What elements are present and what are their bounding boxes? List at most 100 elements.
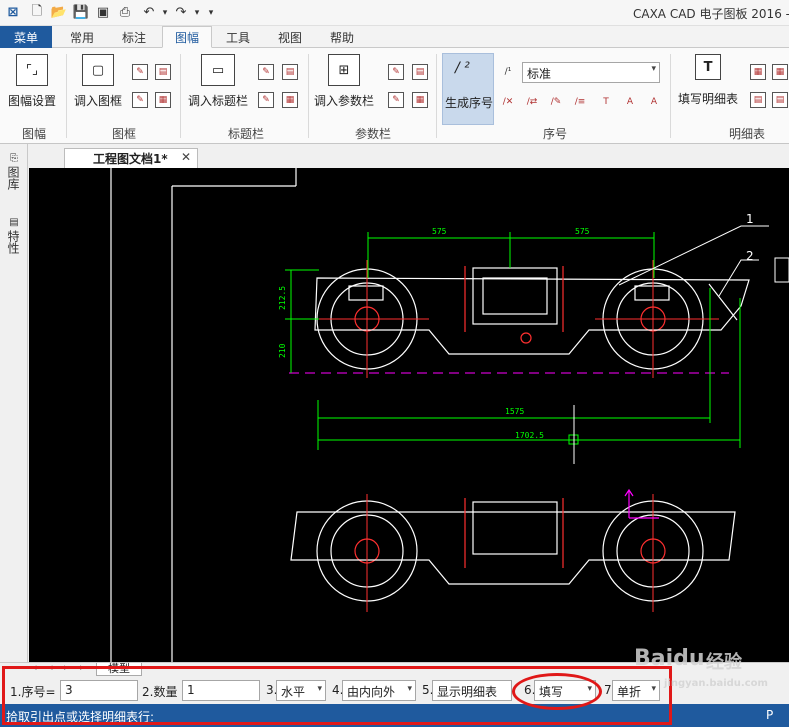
delete-serial-icon[interactable]: /✕: [500, 94, 516, 110]
tab-sheet[interactable]: 图幅: [162, 26, 212, 48]
dim-text: 575: [432, 227, 447, 236]
save-icon[interactable]: 💾: [72, 4, 90, 21]
main-menu-button[interactable]: 菜单: [0, 26, 52, 48]
fill-frame-icon[interactable]: ✎: [132, 92, 148, 108]
dim-text: 210: [278, 343, 287, 358]
show-bom-dropdown[interactable]: 显示明细表: [432, 680, 512, 701]
fill-param-block-icon[interactable]: ✎: [388, 92, 404, 108]
prev-tab-icon[interactable]: ◂: [48, 663, 53, 673]
define-title-block-icon[interactable]: ✎: [258, 64, 274, 80]
open-file-icon[interactable]: 📂: [50, 4, 68, 21]
bom-style-icon[interactable]: ▤: [750, 92, 766, 108]
frame-setting-icon: ⌜⌟: [16, 54, 48, 86]
bom-edit-icon[interactable]: ▤: [772, 92, 788, 108]
serial-input[interactable]: 3: [60, 680, 138, 701]
ribbon-tab-bar: 菜单 常用 标注 图幅 工具 视图 帮助: [0, 26, 789, 48]
print-icon[interactable]: ⎙: [116, 4, 134, 21]
tab-help[interactable]: 帮助: [322, 26, 362, 48]
watermark-baidu-text: Baidu: [634, 646, 705, 671]
group-separator: [308, 54, 309, 138]
tab-tools[interactable]: 工具: [218, 26, 258, 48]
first-tab-icon[interactable]: ◂: [32, 663, 37, 673]
group-label-frame-setting: 图幅: [21, 127, 46, 141]
document-tab-bar: 工程图文档1* ✕: [28, 144, 789, 168]
store-param-block-icon[interactable]: ▤: [412, 64, 428, 80]
bom-insert-icon[interactable]: ▦: [772, 64, 788, 80]
title-block-icon: ▭: [201, 54, 235, 86]
group-separator: [66, 54, 67, 138]
edit-serial-icon[interactable]: /✎: [548, 94, 564, 110]
title-bar: ⊠ 🗋 📂 💾 ▣ ⎙ ↶ ▾ ↷ ▾ ▾ CAXA CAD 电子图板 2016…: [0, 0, 789, 26]
tab-annotation[interactable]: 标注: [114, 26, 154, 48]
save-all-icon[interactable]: ▣: [94, 4, 112, 21]
dim-text: 1575: [505, 407, 524, 416]
edit-frame-icon[interactable]: ▦: [155, 92, 171, 108]
library-tab[interactable]: ⎘ 图库: [6, 152, 22, 190]
edit-title-block-icon[interactable]: ▦: [282, 92, 298, 108]
dim-text: 1702.5: [515, 431, 544, 440]
next-tab-icon[interactable]: ▸: [64, 663, 69, 673]
app-logo-icon: ⊠: [7, 5, 19, 20]
fill-title-block-icon[interactable]: ✎: [258, 92, 274, 108]
close-icon[interactable]: ✕: [181, 150, 191, 164]
fill-bom-button[interactable]: T 填写明细表: [678, 54, 738, 107]
baidu-watermark: Baidu 经验 jingyan.baidu.com: [634, 644, 768, 704]
group-separator: [180, 54, 181, 138]
watermark-url-text: jingyan.baidu.com: [664, 678, 768, 689]
align-serial-icon[interactable]: /≡: [572, 94, 588, 110]
serial-table-icon[interactable]: T: [598, 94, 614, 110]
group-separator: [436, 54, 437, 138]
status-prompt: 拾取引出点或选择明细表行:: [6, 710, 155, 724]
serial-label: 1.序号=: [10, 685, 56, 699]
drawing-canvas[interactable]: 575 575 212.5 210 1575 1702.5 1 2: [29, 168, 789, 662]
status-right-text: P: [766, 708, 774, 722]
properties-tab[interactable]: ▤ 特性: [6, 216, 22, 254]
watermark-jingyan-text: 经验: [706, 652, 742, 673]
define-param-block-icon[interactable]: ✎: [388, 64, 404, 80]
load-title-block-button[interactable]: ▭ 调入标题栏: [188, 54, 248, 109]
balloon-text: 2: [746, 249, 754, 263]
group-label-param-block: 参数栏: [354, 127, 391, 141]
load-frame-button[interactable]: ▢ 调入图框: [74, 54, 122, 109]
edit-param-block-icon[interactable]: ▦: [412, 92, 428, 108]
order-dropdown[interactable]: 由内向外 ▾: [342, 680, 416, 701]
group-label-serial: 序号: [542, 127, 567, 141]
tab-view[interactable]: 视图: [270, 26, 310, 48]
gen-serial-button[interactable]: / ² 生成序号: [442, 53, 494, 125]
ribbon-panel: ⌜⌟ 图幅设置 图幅 ▢ 调入图框 ✎ ▤ ✎ ▦ 图框 ▭ 调入标题栏 ✎ ▤…: [0, 48, 789, 144]
new-file-icon[interactable]: 🗋: [28, 4, 46, 21]
group-label-title-block: 标题栏: [227, 127, 264, 141]
group-label-bom: 明细表: [728, 127, 765, 141]
library-icon: ⎘: [10, 153, 18, 164]
define-frame-icon[interactable]: ✎: [132, 64, 148, 80]
bogie-lower: [290, 498, 736, 602]
param-block-icon: ⊞: [328, 54, 360, 86]
customize-quick-access-icon[interactable]: ▾: [202, 4, 220, 21]
tab-common[interactable]: 常用: [62, 26, 102, 48]
document-tab[interactable]: 工程图文档1* ✕: [64, 148, 198, 168]
quantity-input[interactable]: 1: [182, 680, 260, 701]
fill-mode-dropdown[interactable]: 填写 ▾: [534, 680, 596, 701]
serial-style-dropdown[interactable]: 标准 ▾: [522, 62, 660, 83]
last-tab-icon[interactable]: ▸: [80, 663, 85, 673]
load-param-block-button[interactable]: ⊞ 调入参数栏: [314, 54, 374, 109]
serial-align-icon[interactable]: A: [646, 94, 662, 110]
ucs-axis: [624, 488, 659, 519]
chevron-down-icon: ▾: [317, 684, 322, 694]
chevron-down-icon: ▾: [587, 684, 592, 694]
model-tab[interactable]: 模型: [96, 663, 142, 676]
balloon-text: 1: [746, 212, 754, 226]
direction-dropdown[interactable]: 水平 ▾: [276, 680, 326, 701]
exchange-serial-icon[interactable]: /⇄: [524, 94, 540, 110]
store-title-block-icon[interactable]: ▤: [282, 64, 298, 80]
frame-setting-button[interactable]: ⌜⌟ 图幅设置: [8, 54, 56, 109]
chevron-down-icon: ▾: [651, 64, 656, 74]
dim-text: 212.5: [278, 286, 287, 310]
drawing-svg: 575 575 212.5 210 1575 1702.5 1 2: [110, 168, 789, 662]
store-frame-icon[interactable]: ▤: [155, 64, 171, 80]
dimension-texts: 575 575 212.5 210 1575 1702.5: [278, 227, 590, 440]
chevron-down-icon: ▾: [407, 684, 412, 694]
bom-delete-icon[interactable]: ▦: [750, 64, 766, 80]
serial-style-manager-icon[interactable]: A: [622, 94, 638, 110]
group-separator: [670, 54, 671, 138]
